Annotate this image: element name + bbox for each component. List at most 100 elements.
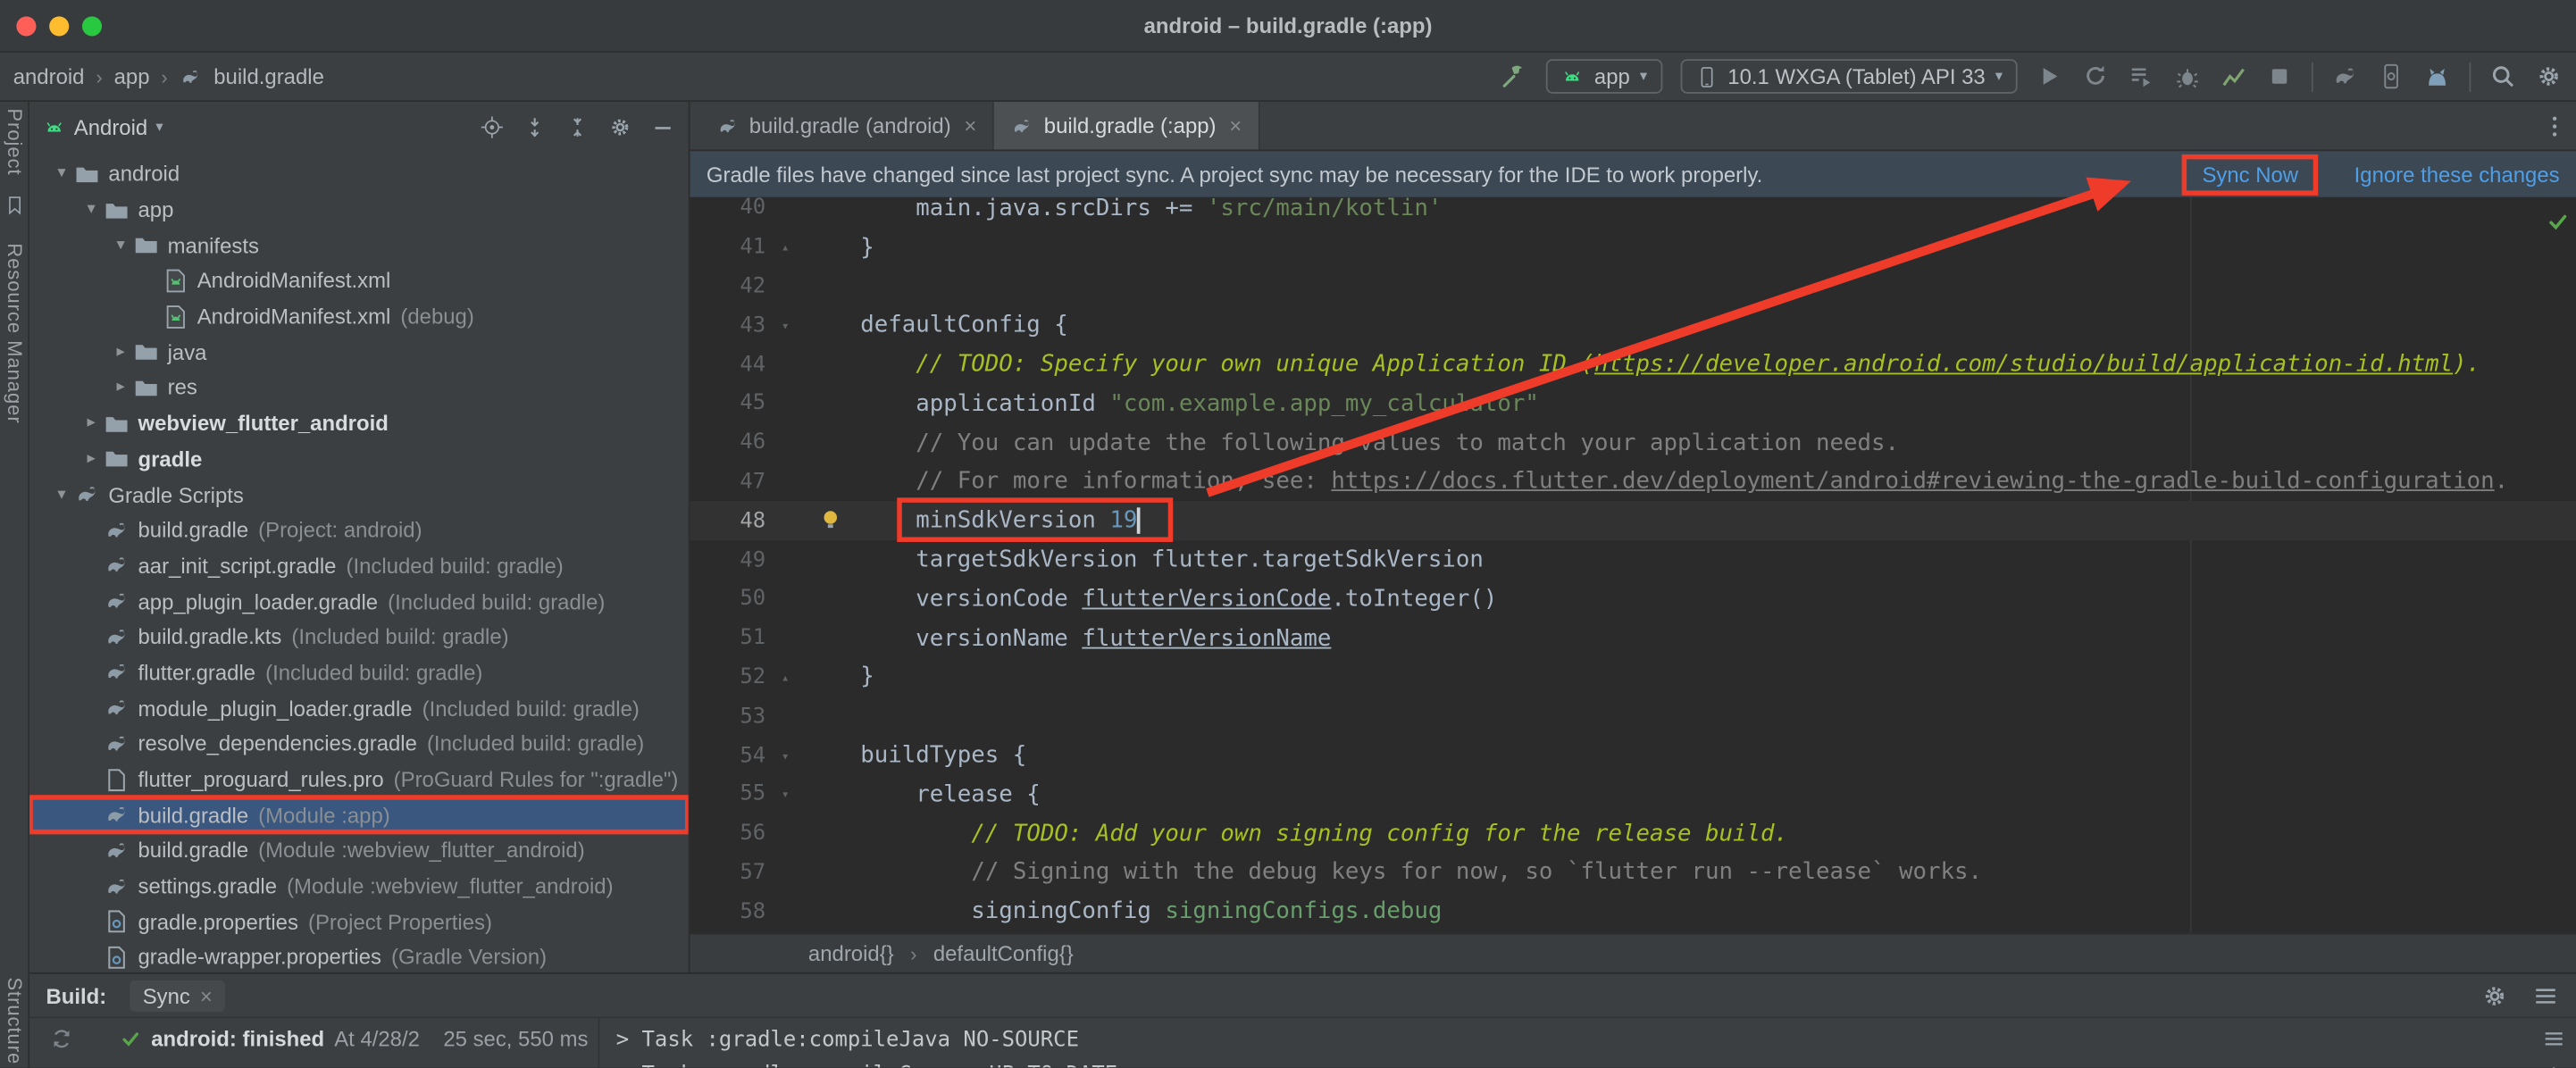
- tree-item-android[interactable]: ▾android: [29, 156, 689, 192]
- build-hammer-icon[interactable]: [1501, 63, 1528, 90]
- code-line-41[interactable]: 41▴ }: [690, 228, 2576, 267]
- collapse-all-icon[interactable]: [565, 115, 590, 140]
- tree-chevron-down-icon[interactable]: ▾: [79, 200, 104, 218]
- code-line-51[interactable]: 51 versionName flutterVersionName: [690, 619, 2576, 658]
- tree-item-app-plugin-loader-gradle[interactable]: app_plugin_loader.gradle(Included build:…: [29, 583, 689, 619]
- editor-options-icon[interactable]: [2541, 113, 2567, 139]
- search-everywhere-icon[interactable]: [2489, 63, 2517, 90]
- tree-item-module-plugin-loader-gradle[interactable]: module_plugin_loader.gradle(Included bui…: [29, 690, 689, 726]
- tree-item-app[interactable]: ▾app: [29, 192, 689, 228]
- code-line-44[interactable]: 44 // TODO: Specify your own unique Appl…: [690, 346, 2576, 385]
- tree-item-gradle-scripts[interactable]: ▾Gradle Scripts: [29, 477, 689, 513]
- logcat-icon[interactable]: [2423, 63, 2451, 90]
- minimize-window-button[interactable]: [49, 15, 69, 35]
- tree-item-aar-init-script-gradle[interactable]: aar_init_script.gradle(Included build: g…: [29, 548, 689, 584]
- run-configuration-select[interactable]: app ▾: [1547, 59, 1662, 94]
- code-line-54[interactable]: 54▾ buildTypes {: [690, 736, 2576, 775]
- code-line-52[interactable]: 52▴ }: [690, 658, 2576, 697]
- tree-chevron-right-icon[interactable]: ▸: [108, 343, 133, 361]
- close-tab-icon[interactable]: ×: [964, 113, 976, 138]
- tab-build-gradle-android[interactable]: build.gradle (android)×: [700, 102, 995, 149]
- profiler-icon[interactable]: [2220, 63, 2247, 90]
- code-line-47[interactable]: 47 // For more information, see: https:/…: [690, 463, 2576, 502]
- build-console[interactable]: > Task :gradle:compileJava NO-SOURCE> Ta…: [599, 1018, 2530, 1067]
- attach-debugger-icon[interactable]: [2173, 63, 2201, 90]
- settings-gear-icon[interactable]: [608, 115, 633, 140]
- close-window-button[interactable]: [16, 15, 36, 35]
- sync-now-button[interactable]: Sync Now: [2182, 154, 2318, 195]
- tree-chevron-right-icon[interactable]: ▸: [79, 450, 104, 468]
- expand-all-icon[interactable]: [523, 115, 548, 140]
- tree-item-gradle-wrapper-properties[interactable]: gradle-wrapper.properties(Gradle Version…: [29, 939, 689, 972]
- run-play-icon[interactable]: [2036, 63, 2063, 90]
- tree-chevron-right-icon[interactable]: ▸: [108, 379, 133, 396]
- fold-marker-icon[interactable]: ▾: [765, 318, 805, 333]
- tree-item-build-gradle-kts[interactable]: build.gradle.kts(Included build: gradle): [29, 619, 689, 655]
- code-line-58[interactable]: 58 signingConfig signingConfigs.debug: [690, 892, 2576, 931]
- locate-file-icon[interactable]: [480, 115, 505, 140]
- tree-item-gradle[interactable]: ▸gradle: [29, 441, 689, 477]
- zoom-window-button[interactable]: [82, 15, 102, 35]
- build-status-name[interactable]: android: finished: [151, 1026, 324, 1051]
- tab-build-gradle-app[interactable]: build.gradle (:app)×: [995, 102, 1260, 149]
- breadcrumb-build-gradle[interactable]: build.gradle: [213, 64, 324, 89]
- fold-marker-icon[interactable]: ▾: [765, 788, 805, 803]
- code-line-43[interactable]: 43▾ defaultConfig {: [690, 306, 2576, 346]
- tree-item-settings-gradle[interactable]: settings.gradle(Module :webview_flutter_…: [29, 869, 689, 905]
- tree-item-build-gradle[interactable]: build.gradle(Module :webview_flutter_and…: [29, 833, 689, 869]
- ignore-changes-button[interactable]: Ignore these changes: [2354, 162, 2560, 187]
- tree-chevron-down-icon[interactable]: ▾: [49, 486, 74, 504]
- fold-marker-icon[interactable]: ▴: [765, 240, 805, 255]
- breadcrumb-android-block[interactable]: android{}: [808, 941, 894, 966]
- device-select[interactable]: 10.1 WXGA (Tablet) API 33 ▾: [1680, 59, 2018, 94]
- device-manager-icon[interactable]: [2377, 63, 2405, 90]
- code-line-48[interactable]: 48 minSdkVersion 19: [690, 502, 2576, 541]
- sync-refresh-icon[interactable]: [49, 1026, 74, 1051]
- scroll-to-end-icon[interactable]: [2540, 1064, 2565, 1068]
- menu-lines-icon[interactable]: [2531, 981, 2559, 1009]
- code-line-42[interactable]: 42: [690, 267, 2576, 306]
- tree-item-flutter-gradle[interactable]: flutter.gradle(Included build: gradle): [29, 655, 689, 690]
- tree-item-webview-flutter-android[interactable]: ▸webview_flutter_android: [29, 405, 689, 441]
- tree-item-manifests[interactable]: ▾manifests: [29, 228, 689, 263]
- code-line-57[interactable]: 57 // Signing with the debug keys for no…: [690, 854, 2576, 893]
- close-tab-icon[interactable]: ×: [1229, 113, 1242, 138]
- tree-item-build-gradle[interactable]: build.gradle(Module :app): [29, 797, 689, 833]
- tree-item-androidmanifest-xml[interactable]: AndroidManifest.xml: [29, 263, 689, 298]
- tree-item-java[interactable]: ▸java: [29, 334, 689, 370]
- tool-window-button-resource-manager[interactable]: Resource Manager: [4, 243, 27, 423]
- tree-item-androidmanifest-xml[interactable]: AndroidManifest.xml(debug): [29, 298, 689, 334]
- tab-sync[interactable]: Sync ×: [130, 980, 226, 1011]
- intention-bulb-icon[interactable]: [818, 508, 843, 533]
- hide-panel-icon[interactable]: [650, 115, 675, 140]
- tree-item-build-gradle[interactable]: build.gradle(Project: android): [29, 513, 689, 548]
- chevron-down-icon[interactable]: ▾: [155, 118, 163, 136]
- tree-item-resolve-dependencies-gradle[interactable]: resolve_dependencies.gradle(Included bui…: [29, 726, 689, 762]
- tree-item-res[interactable]: ▸res: [29, 370, 689, 405]
- code-line-45[interactable]: 45 applicationId "com.example.app_my_cal…: [690, 384, 2576, 423]
- code-line-55[interactable]: 55▾ release {: [690, 775, 2576, 814]
- code-line-56[interactable]: 56 // TODO: Add your own signing config …: [690, 814, 2576, 854]
- breadcrumb-app[interactable]: app: [114, 64, 150, 89]
- bookmark-icon[interactable]: [4, 194, 27, 217]
- stop-icon[interactable]: [2265, 63, 2293, 90]
- fold-marker-icon[interactable]: ▴: [765, 670, 805, 685]
- apply-changes-icon[interactable]: [2081, 63, 2109, 90]
- tree-chevron-right-icon[interactable]: ▸: [79, 414, 104, 432]
- breadcrumb-android[interactable]: android: [13, 64, 85, 89]
- tool-window-button-structure[interactable]: Structure: [4, 977, 27, 1064]
- tree-item-flutter-proguard-rules-pro[interactable]: flutter_proguard_rules.pro(ProGuard Rule…: [29, 762, 689, 797]
- settings-gear-icon[interactable]: [2480, 981, 2508, 1009]
- code-line-53[interactable]: 53: [690, 697, 2576, 737]
- code-line-50[interactable]: 50 versionCode flutterVersionCode.toInte…: [690, 580, 2576, 619]
- fold-marker-icon[interactable]: ▾: [765, 748, 805, 763]
- tool-window-button-project[interactable]: Project: [4, 108, 27, 175]
- run-configurations-icon[interactable]: [2128, 63, 2155, 90]
- project-view-selector[interactable]: Android: [74, 115, 147, 140]
- breadcrumb-defaultconfig-block[interactable]: defaultConfig{}: [933, 941, 1074, 966]
- menu-lines-icon[interactable]: [2540, 1027, 2565, 1052]
- close-tab-icon[interactable]: ×: [200, 983, 213, 1008]
- sync-gradle-icon[interactable]: [2331, 63, 2359, 90]
- tree-item-gradle-properties[interactable]: gradle.properties(Project Properties): [29, 904, 689, 939]
- code-line-46[interactable]: 46 // You can update the following value…: [690, 423, 2576, 463]
